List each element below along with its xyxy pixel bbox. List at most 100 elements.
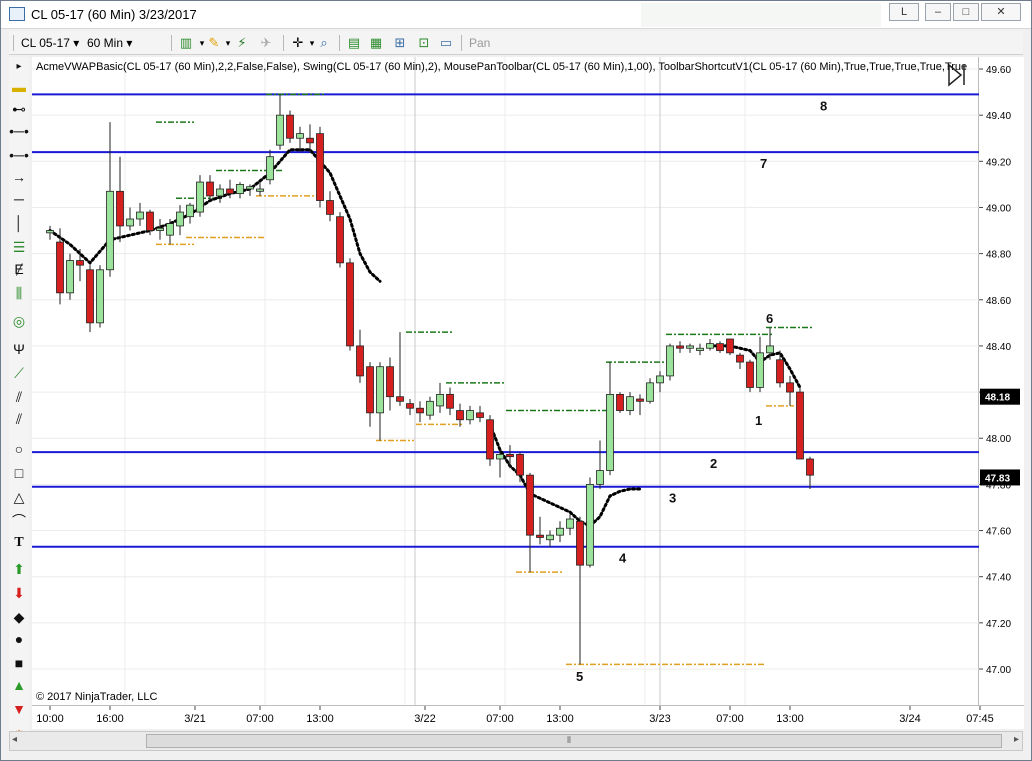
diamond-icon[interactable]: ◆ (9, 607, 29, 627)
candle[interactable] (326, 191, 334, 222)
candle[interactable] (116, 156, 124, 243)
fibonacci-time-icon[interactable]: ⫼ (9, 283, 29, 303)
candle[interactable] (416, 401, 424, 423)
risk-reward-icon[interactable]: ⊷ (9, 99, 29, 119)
candle[interactable] (646, 378, 654, 404)
candle[interactable] (466, 405, 474, 425)
line-icon[interactable]: •─• (9, 121, 29, 141)
scroll-left-icon[interactable]: ◂ (12, 734, 17, 745)
candle[interactable] (346, 258, 354, 351)
candle[interactable] (106, 122, 114, 277)
candle[interactable] (556, 521, 564, 543)
price-axis[interactable]: 49.6049.4049.2049.0048.8048.6048.4048.20… (979, 57, 1024, 705)
rectangle-icon[interactable]: □ (9, 463, 29, 483)
candle[interactable] (156, 219, 164, 240)
vertical-line-icon[interactable]: │ (9, 213, 29, 233)
arrow-up-icon[interactable]: ⬆ (9, 559, 29, 579)
candle[interactable] (386, 357, 394, 411)
candle[interactable] (786, 375, 794, 406)
title-bar[interactable]: CL 05-17 (60 Min) 3/23/2017 L – □ ✕ (1, 1, 1031, 29)
trend-channel-icon[interactable]: ☰ (9, 237, 29, 257)
snap-icon[interactable]: ⚡ (233, 34, 251, 52)
candlestick-chart[interactable]: 8 7 2 3 4 1 5 6 AcmeVWAPBasic(CL 05-17 (60 Min)… (32, 57, 979, 705)
ruler-icon[interactable]: ▬ (9, 77, 29, 97)
candle[interactable] (96, 265, 104, 328)
candle[interactable] (476, 405, 484, 423)
dot-icon[interactable]: ● (9, 629, 29, 649)
candle[interactable] (626, 392, 634, 416)
candle[interactable] (756, 336, 764, 393)
regression-channel-icon[interactable]: ⫽ (9, 387, 29, 407)
price-chart-panel[interactable]: 8 7 2 3 4 1 5 6 AcmeVWAPBasic(CL 05-17 (60 Min)… (32, 57, 979, 705)
candle[interactable] (456, 403, 464, 427)
scrollbar-thumb[interactable]: ⦀ (146, 734, 1002, 748)
minimize-button[interactable]: – (925, 3, 951, 21)
time-axis[interactable]: 10:00 16:00 3/21 07:00 13:00 3/22 07:00 13:00 3/… (32, 705, 1024, 729)
strategies-icon[interactable]: ▦ (367, 34, 385, 52)
candle[interactable] (596, 440, 604, 489)
candle[interactable] (666, 343, 674, 381)
candle[interactable] (406, 399, 414, 416)
candle[interactable] (716, 341, 724, 353)
pan-button[interactable]: Pan (469, 34, 490, 52)
candle[interactable] (136, 202, 144, 226)
candle[interactable] (606, 362, 614, 476)
candle[interactable] (636, 394, 644, 416)
triangle-down-icon[interactable]: ▼ (9, 699, 29, 719)
candle[interactable] (196, 175, 204, 217)
triangle-icon[interactable]: △ (9, 487, 29, 507)
candle[interactable] (286, 110, 294, 143)
candle[interactable] (336, 212, 344, 268)
candle[interactable] (736, 352, 744, 369)
link-button[interactable]: L (889, 3, 919, 21)
candle[interactable] (676, 341, 684, 353)
candle[interactable] (86, 265, 94, 333)
indicators-icon[interactable]: ▤ (345, 34, 363, 52)
parallel-lines-icon[interactable]: ⫽ (9, 409, 29, 429)
square-icon[interactable]: ■ (9, 653, 29, 673)
candle[interactable] (506, 445, 514, 469)
triangle-up-icon[interactable]: ▲ (9, 675, 29, 695)
data-box-icon[interactable]: ⊡ (415, 34, 433, 52)
candle[interactable] (296, 126, 304, 153)
candle[interactable] (266, 149, 274, 185)
gann-fan-icon[interactable]: ⟋ (9, 363, 29, 383)
candle[interactable] (46, 225, 54, 240)
sidebar-collapse-icon[interactable]: ▸ (9, 57, 29, 77)
arrow-down-icon[interactable]: ⬇ (9, 583, 29, 603)
templates-icon[interactable]: ▭ (437, 34, 455, 52)
global-draw-icon[interactable]: ✈ (257, 34, 275, 52)
candle[interactable] (66, 253, 74, 300)
candle[interactable] (526, 472, 534, 573)
candle[interactable] (356, 329, 364, 383)
candle[interactable] (576, 516, 584, 665)
candle[interactable] (306, 124, 314, 153)
candle[interactable] (126, 207, 134, 231)
interval-selector[interactable]: 60 Min ▾ (87, 34, 147, 52)
candle[interactable] (516, 452, 524, 483)
candle[interactable] (706, 339, 714, 351)
candle[interactable] (426, 396, 434, 420)
horizontal-line-icon[interactable]: ─ (9, 189, 29, 209)
candle[interactable] (376, 362, 384, 441)
candle[interactable] (276, 94, 284, 150)
candle[interactable] (566, 514, 574, 536)
scroll-right-icon[interactable]: ▸ (1014, 734, 1019, 745)
candle[interactable] (656, 371, 664, 393)
candle[interactable] (746, 359, 754, 393)
candle[interactable] (696, 343, 704, 356)
candle[interactable] (176, 205, 184, 236)
andrews-pitchfork-icon[interactable]: Ψ (9, 339, 29, 359)
candle[interactable] (486, 415, 494, 466)
arrow-line-icon[interactable]: → (9, 167, 29, 187)
fibonacci-circle-icon[interactable]: ◎ (9, 311, 29, 331)
fibonacci-extension-icon[interactable]: Ɇ (9, 259, 29, 279)
chart-properties-icon[interactable]: ⊞ (391, 34, 409, 52)
candle[interactable] (686, 343, 694, 353)
candle[interactable] (236, 182, 244, 199)
candle[interactable] (586, 477, 594, 568)
close-button[interactable]: ✕ (981, 3, 1021, 21)
candle[interactable] (216, 184, 224, 203)
candle[interactable] (726, 338, 734, 356)
arc-icon[interactable]: ⌒ (9, 511, 29, 531)
